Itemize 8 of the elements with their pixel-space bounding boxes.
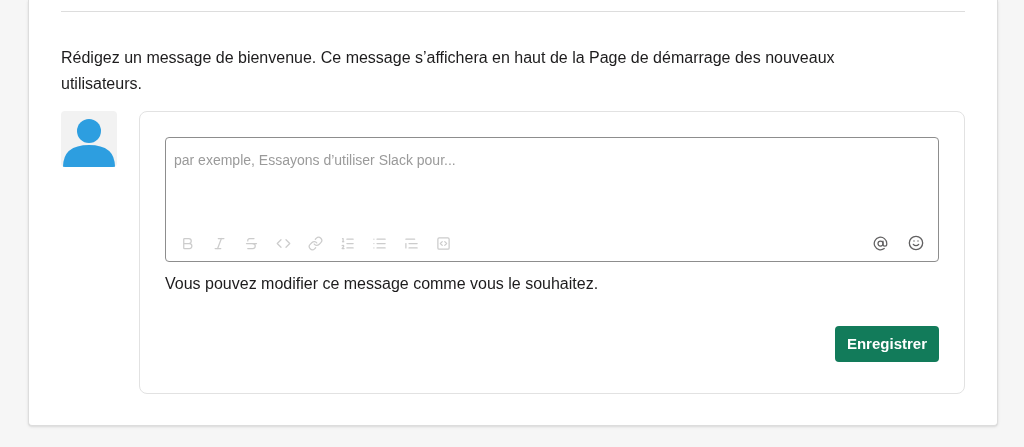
description-text: Rédigez un message de bienvenue. Ce message s’affichera en haut de la Page de démarrage des nouveaux utilisateurs. <box>61 48 836 94</box>
message-field[interactable]: par exemple, Essayons d’utiliser Slack pour... <box>166 138 938 235</box>
save-button[interactable]: Enregistrer <box>834 326 939 362</box>
avatar-icon <box>61 111 117 167</box>
emoji-icon[interactable] <box>908 235 924 251</box>
message-composer[interactable]: par exemple, Essayons d’utiliser Slack pour... <box>165 137 939 262</box>
helper-text: Vous pouvez modifier ce message comme vous le souhaitez. <box>165 274 600 294</box>
mention-icon[interactable] <box>873 235 888 251</box>
